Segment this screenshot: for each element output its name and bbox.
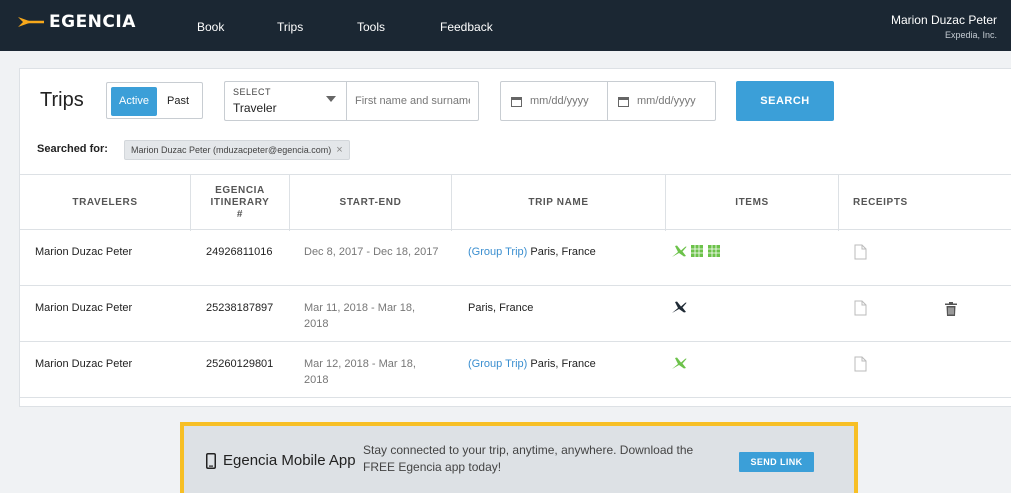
nav-feedback[interactable]: Feedback [440,20,493,34]
traveler-name-input[interactable] [346,81,479,121]
calendar-icon [511,96,522,107]
plane-icon [672,301,687,313]
dates-cell: Dec 8, 2017 - Dec 18, 2017 [304,246,439,258]
header-itinerary: EGENCIA ITINERARY # [191,175,290,231]
itinerary-cell[interactable]: 25260129801 [206,356,273,372]
search-filter-chip: Marion Duzac Peter (mduzacpeter@egencia.… [124,140,350,160]
banner-app-name: Egencia Mobile App [223,452,356,469]
traveler-cell: Marion Duzac Peter [35,302,133,314]
header-trip-name: TRIP NAME [452,175,666,231]
items-cell [671,356,690,370]
receipt-icon[interactable] [854,356,867,372]
chevron-down-icon [326,96,336,102]
header-travelers: TRAVELERS [20,175,191,231]
table-row[interactable]: Marion Duzac Peter 25238187897 Mar 11, 2… [20,286,1011,342]
nav-trips[interactable]: Trips [277,20,303,34]
mobile-app-banner: Egencia Mobile App Stay connected to you… [180,422,858,493]
nav-tools[interactable]: Tools [357,20,385,34]
select-value: Traveler [233,101,277,115]
trip-name-text: Paris, France [530,246,596,258]
traveler-cell: Marion Duzac Peter [35,246,133,258]
table-row[interactable]: Marion Duzac Peter 24926811016 Dec 8, 20… [20,230,1011,286]
toggle-active-button[interactable]: Active [111,87,157,116]
trash-icon[interactable] [945,302,957,316]
user-account-menu[interactable]: Marion Duzac Peter Expedia, Inc. [891,13,997,40]
group-trip-link[interactable]: (Group Trip) [468,246,527,258]
trip-status-toggle: Active Past [106,82,203,119]
trip-name-text: Paris, France [468,302,534,314]
plane-icon [672,357,687,369]
searched-for-label: Searched for: [37,143,108,155]
itinerary-cell[interactable]: 24926811016 [206,244,272,260]
dates-cell: Mar 11, 2018 - Mar 18, 2018 [304,302,416,330]
nav-book[interactable]: Book [197,20,224,34]
group-trip-link[interactable]: (Group Trip) [468,358,527,370]
search-type-select[interactable]: SELECT Traveler [224,81,346,121]
header-start-end: START-END [290,175,452,231]
top-navigation-bar: EGENCIA Book Trips Tools Feedback Marion… [0,0,1011,51]
trip-name-cell[interactable]: Paris, France [468,300,533,316]
start-date-placeholder: mm/dd/yyyy [530,95,589,107]
chip-text: Marion Duzac Peter (mduzacpeter@egencia.… [131,145,332,155]
traveler-cell: Marion Duzac Peter [35,358,133,370]
mobile-phone-icon [206,452,216,469]
plane-icon [672,245,687,257]
dates-cell: Mar 12, 2018 - Mar 18, 2018 [304,358,416,386]
trips-table: TRAVELERS EGENCIA ITINERARY # START-END … [20,174,1011,398]
receipt-icon[interactable] [854,244,867,260]
calendar-icon [618,96,629,107]
itinerary-cell[interactable]: 25238187897 [206,300,273,316]
start-date-field[interactable]: mm/dd/yyyy [500,81,608,121]
trips-panel: Trips Active Past SELECT Traveler mm/dd/… [19,68,1011,407]
banner-message: Stay connected to your trip, anytime, an… [363,443,694,474]
toggle-past-button[interactable]: Past [167,87,189,116]
end-date-placeholder: mm/dd/yyyy [637,95,696,107]
end-date-field[interactable]: mm/dd/yyyy [607,81,716,121]
close-icon[interactable]: × [336,141,342,159]
items-cell [671,300,690,314]
trip-name-cell[interactable]: (Group Trip) Paris, France [468,356,596,372]
select-label: SELECT [233,87,272,97]
send-link-button[interactable]: SEND LINK [739,452,814,472]
search-button[interactable]: SEARCH [736,81,834,121]
header-receipts: RECEIPTS [853,197,908,208]
trip-name-text: Paris, France [530,358,596,370]
user-name: Marion Duzac Peter [890,13,997,27]
user-company: Expedia, Inc. [944,30,997,40]
table-header-row: TRAVELERS EGENCIA ITINERARY # START-END … [20,174,1011,231]
receipt-icon[interactable] [854,300,867,316]
hotel-icon [708,245,720,257]
egencia-logo[interactable]: EGENCIA [18,12,136,32]
items-cell [671,244,724,258]
logo-arrow-icon [18,17,44,27]
hotel-icon [691,245,703,257]
page-title: Trips [40,89,84,111]
trip-name-cell[interactable]: (Group Trip) Paris, France [468,244,596,260]
header-items: ITEMS [666,175,839,231]
table-row[interactable]: Marion Duzac Peter 25260129801 Mar 12, 2… [20,342,1011,398]
banner-app-title: Egencia Mobile App [206,452,356,469]
logo-text: EGENCIA [49,12,136,32]
